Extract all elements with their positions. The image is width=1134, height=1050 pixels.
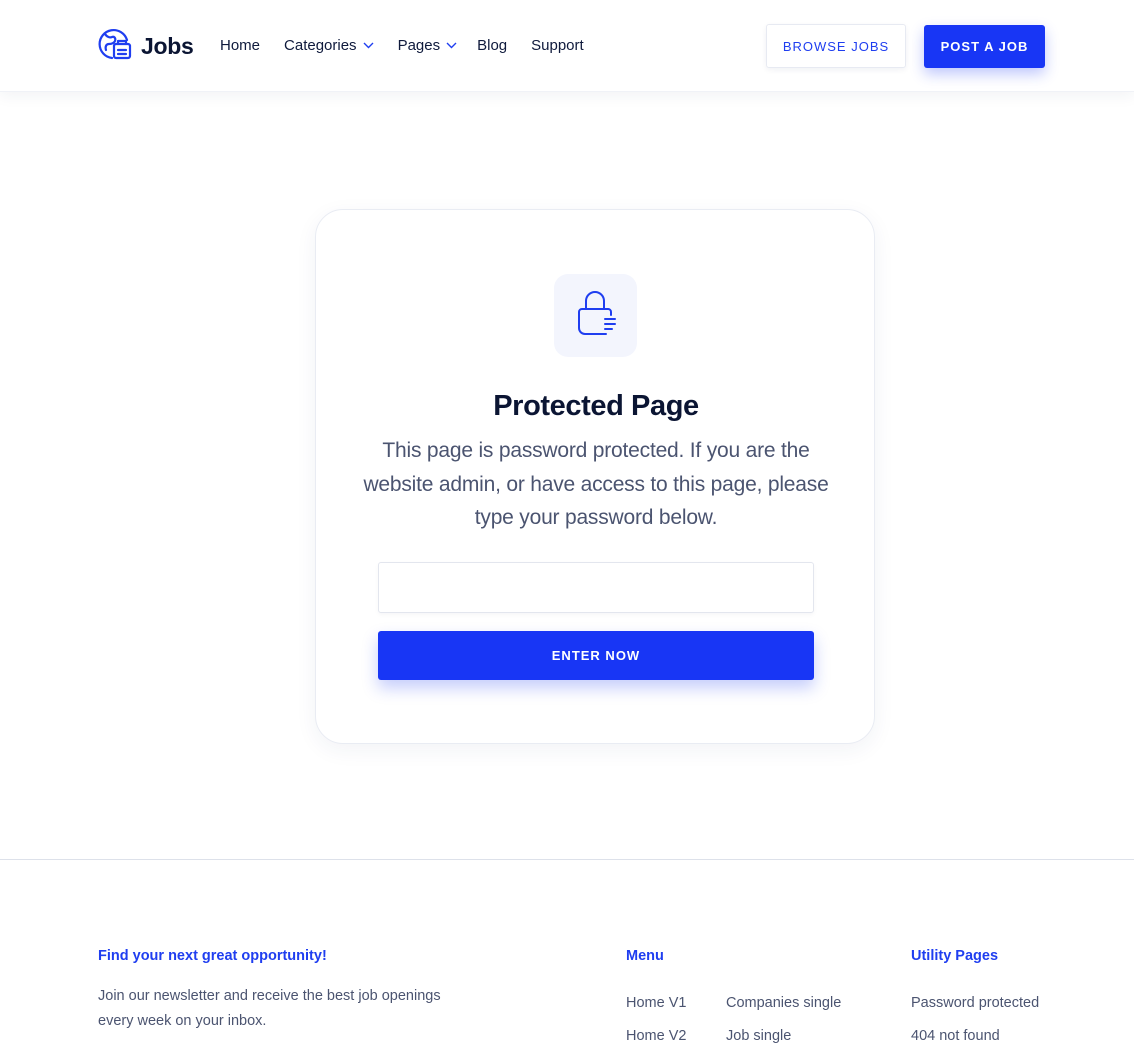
browse-jobs-button[interactable]: BROWSE JOBS: [766, 24, 906, 68]
footer-link-companies-single[interactable]: Companies single: [726, 995, 841, 1011]
logo-text: Jobs: [141, 32, 194, 59]
chevron-down-icon: [446, 42, 457, 49]
menu-heading: Menu: [626, 948, 664, 964]
lock-icon-container: [554, 274, 637, 357]
newsletter-heading: Find your next great opportunity!: [98, 948, 327, 964]
footer-divider: [0, 859, 1134, 860]
nav-blog[interactable]: Blog: [477, 37, 507, 54]
nav-pages-label: Pages: [397, 37, 441, 54]
password-input[interactable]: [378, 562, 814, 613]
nav-pages[interactable]: Pages: [398, 37, 458, 54]
nav-categories-label: Categories: [284, 37, 357, 54]
chevron-down-icon: [363, 42, 374, 49]
logo[interactable]: Jobs: [97, 26, 194, 67]
footer-link-job-single[interactable]: Job single: [726, 1028, 791, 1044]
protected-page-card: Protected Page This page is password pro…: [315, 209, 875, 744]
nav-support[interactable]: Support: [531, 37, 584, 54]
post-a-job-button[interactable]: POST A JOB: [924, 25, 1045, 68]
footer-link-password-protected[interactable]: Password protected: [911, 995, 1039, 1011]
newsletter-text: Join our newsletter and receive the best…: [98, 988, 441, 1029]
footer-link-404[interactable]: 404 not found: [911, 1028, 1000, 1044]
footer-link-home-v1[interactable]: Home V1: [626, 995, 686, 1011]
nav-home[interactable]: Home: [220, 37, 260, 54]
enter-now-button[interactable]: ENTER NOW: [378, 631, 814, 680]
page-description: This page is password protected. If you …: [363, 439, 829, 529]
footer-link-home-v2[interactable]: Home V2: [626, 1028, 686, 1044]
logo-icon: [97, 26, 133, 67]
top-navbar: Jobs Home Categories Pages Blog Support …: [0, 0, 1134, 92]
lock-icon: [574, 288, 618, 343]
page-title: Protected Page: [493, 390, 699, 422]
nav-categories[interactable]: Categories: [284, 37, 374, 54]
main-nav: Home Categories Pages Blog Support: [220, 37, 608, 54]
utility-pages-heading: Utility Pages: [911, 948, 999, 964]
